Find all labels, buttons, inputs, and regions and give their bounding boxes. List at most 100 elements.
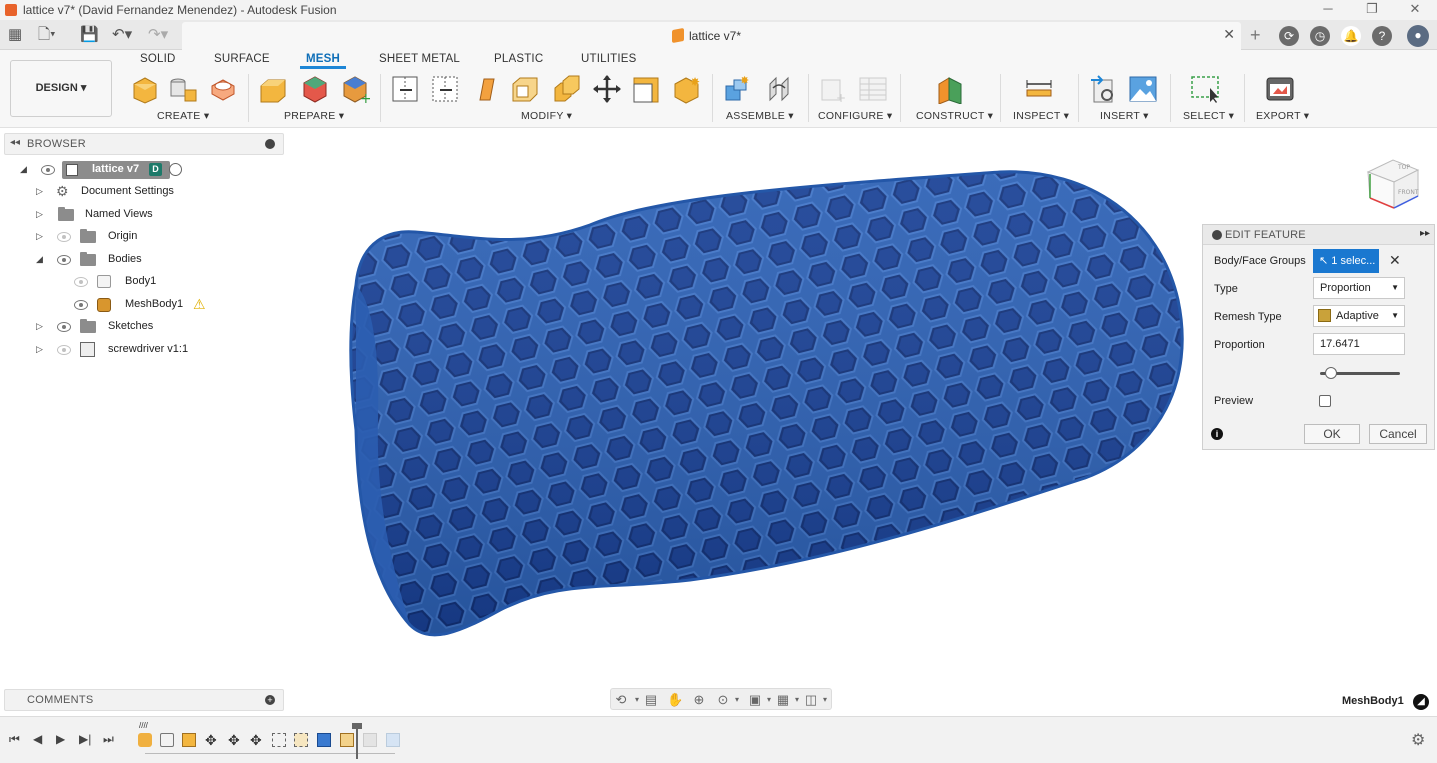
configure-model-tool-icon[interactable]: +	[818, 74, 848, 104]
smooth-tool-icon[interactable]	[472, 74, 502, 104]
save-icon[interactable]: 💾	[80, 26, 99, 44]
chevron-down-icon[interactable]: ▾	[729, 692, 745, 708]
inspect-group-label[interactable]: INSPECT ▾	[1013, 110, 1069, 122]
help-icon[interactable]: ?	[1372, 26, 1392, 46]
collapse-panel-icon[interactable]: ◂◂	[10, 137, 20, 148]
timeline-feature-body-icon[interactable]	[182, 733, 196, 747]
go-to-start-icon[interactable]: ⏮	[9, 732, 20, 747]
proportion-slider-thumb[interactable]	[1325, 367, 1338, 379]
tree-item-origin[interactable]: ▷ Origin	[0, 227, 200, 247]
generate-face-groups-tool-icon[interactable]: ✸	[672, 74, 702, 104]
visibility-eye-icon[interactable]	[57, 322, 71, 332]
offset-plane-tool-icon[interactable]	[935, 74, 965, 104]
clock-icon[interactable]: ◷	[1310, 26, 1330, 46]
tree-item-document-settings[interactable]: ▷ ⚙ Document Settings	[0, 182, 200, 202]
timeline-feature-move-icon[interactable]: ✥	[250, 733, 264, 747]
timeline-marker-handle[interactable]	[352, 723, 362, 729]
pan-hand-icon[interactable]: ✋	[667, 692, 683, 708]
window-select-tool-icon[interactable]	[1190, 74, 1220, 104]
visibility-eye-icon[interactable]	[41, 165, 55, 175]
configure-group-label[interactable]: CONFIGURE ▾	[818, 110, 893, 122]
timeline-feature-pattern-icon[interactable]	[160, 733, 174, 747]
redo-icon[interactable]: ↷▾	[148, 26, 168, 44]
selection-filter-icon[interactable]: ◢	[1413, 694, 1429, 710]
clear-selection-icon[interactable]: ✕	[1389, 252, 1401, 269]
document-tab[interactable]: lattice v7* ✕	[182, 22, 1241, 50]
collapse-triangle-icon[interactable]: ◢	[20, 164, 27, 175]
viewcube[interactable]: TOP FRONT	[1358, 150, 1428, 216]
assemble-group-label[interactable]: ASSEMBLE ▾	[726, 110, 794, 122]
comments-panel-header[interactable]: COMMENTS +	[4, 689, 284, 711]
notifications-icon[interactable]: 🔔	[1341, 26, 1361, 46]
tree-root[interactable]: ◢ lattice v7 D	[0, 160, 200, 180]
tab-sheet-metal[interactable]: SHEET METAL	[379, 53, 460, 65]
hidden-eye-icon[interactable]	[74, 277, 88, 287]
maximize-button[interactable]: ❐	[1350, 0, 1394, 20]
info-icon[interactable]: i	[1211, 428, 1223, 440]
insert-mesh-tool-icon[interactable]	[168, 74, 198, 104]
go-to-end-icon[interactable]: ⏭	[103, 732, 114, 747]
combine-tool-icon[interactable]	[552, 74, 582, 104]
ok-button[interactable]: OK	[1304, 424, 1360, 444]
timeline-feature-mesh-icon[interactable]	[138, 733, 152, 747]
expand-triangle-icon[interactable]: ▷	[36, 321, 43, 332]
grid-apps-icon[interactable]: ▦	[8, 26, 22, 44]
tab-utilities[interactable]: UTILITIES	[581, 53, 636, 65]
configuration-table-tool-icon[interactable]	[858, 74, 888, 104]
avatar[interactable]: ●	[1407, 25, 1429, 47]
close-window-button[interactable]: ✕	[1393, 0, 1437, 20]
chevron-down-icon[interactable]: ▾	[817, 692, 833, 708]
repair-tool-icon[interactable]: +	[340, 74, 370, 104]
tree-item-body1[interactable]: Body1	[0, 272, 200, 292]
pin-panel-icon[interactable]	[265, 139, 275, 149]
select-group-label[interactable]: SELECT ▾	[1183, 110, 1234, 122]
mesh-section-tool-icon[interactable]	[430, 74, 460, 104]
minimize-button[interactable]: ─	[1306, 0, 1350, 20]
tab-solid[interactable]: SOLID	[140, 53, 176, 65]
step-forward-icon[interactable]: ▶|	[79, 732, 91, 746]
timeline-feature-suppressed-icon[interactable]	[363, 733, 377, 747]
preview-checkbox[interactable]	[1319, 395, 1331, 407]
step-back-icon[interactable]: ◀	[33, 732, 42, 746]
construct-group-label[interactable]: CONSTRUCT ▾	[916, 110, 993, 122]
add-comment-icon[interactable]: +	[265, 695, 275, 705]
new-component-tool-icon[interactable]: ✸	[722, 74, 752, 104]
expand-dialog-icon[interactable]: ▸▸	[1420, 228, 1430, 239]
move-copy-tool-icon[interactable]	[592, 74, 622, 104]
tree-item-named-views[interactable]: ▷ Named Views	[0, 205, 200, 225]
timeline-feature-move-icon[interactable]: ✥	[228, 733, 242, 747]
new-tab-icon[interactable]: +	[1250, 25, 1261, 46]
type-dropdown[interactable]: Proportion ▼	[1313, 277, 1405, 299]
workspace-dropdown[interactable]: DESIGN ▾	[10, 60, 112, 117]
visibility-eye-icon[interactable]	[57, 255, 71, 265]
timeline-feature-sketch-icon[interactable]	[272, 733, 286, 747]
orbit-icon[interactable]: ⟲	[613, 692, 629, 708]
tree-item-meshbody1[interactable]: MeshBody1 ⚠	[0, 295, 220, 315]
proportion-input[interactable]: 17.6471	[1313, 333, 1405, 355]
body-face-groups-selector[interactable]: ↖ 1 selec...	[1313, 249, 1379, 273]
file-menu-icon[interactable]: 🗋▾	[38, 26, 56, 44]
prepare-body-tool-icon[interactable]	[258, 74, 288, 104]
warning-icon[interactable]: ⚠	[193, 296, 206, 313]
activate-radio-icon[interactable]	[169, 163, 182, 176]
insert-derive-tool-icon[interactable]	[1088, 74, 1118, 104]
create-group-label[interactable]: CREATE ▾	[157, 110, 209, 122]
tessellate-tool-icon[interactable]	[208, 74, 238, 104]
look-at-icon[interactable]: ▤	[643, 692, 659, 708]
modify-group-label[interactable]: MODIFY ▾	[521, 110, 572, 122]
job-status-icon[interactable]: ⟳	[1279, 26, 1299, 46]
timeline-feature-move-icon[interactable]: ✥	[205, 733, 219, 747]
expand-triangle-icon[interactable]: ▷	[36, 344, 43, 355]
tree-item-bodies[interactable]: ◢ Bodies	[0, 250, 200, 270]
timeline-marker[interactable]	[356, 725, 358, 759]
expand-triangle-icon[interactable]: ▷	[36, 231, 43, 242]
close-tab-icon[interactable]: ✕	[1223, 26, 1235, 43]
prepare-group-label[interactable]: PREPARE ▾	[284, 110, 344, 122]
hidden-eye-icon[interactable]	[57, 345, 71, 355]
measure-tool-icon[interactable]	[1024, 74, 1054, 104]
scale-mesh-tool-icon[interactable]	[632, 74, 662, 104]
remesh-type-dropdown[interactable]: Adaptive ▼	[1313, 305, 1405, 327]
export-group-label[interactable]: EXPORT ▾	[1256, 110, 1309, 122]
expand-triangle-icon[interactable]: ▷	[36, 209, 43, 220]
undo-icon[interactable]: ↶▾	[112, 26, 132, 44]
